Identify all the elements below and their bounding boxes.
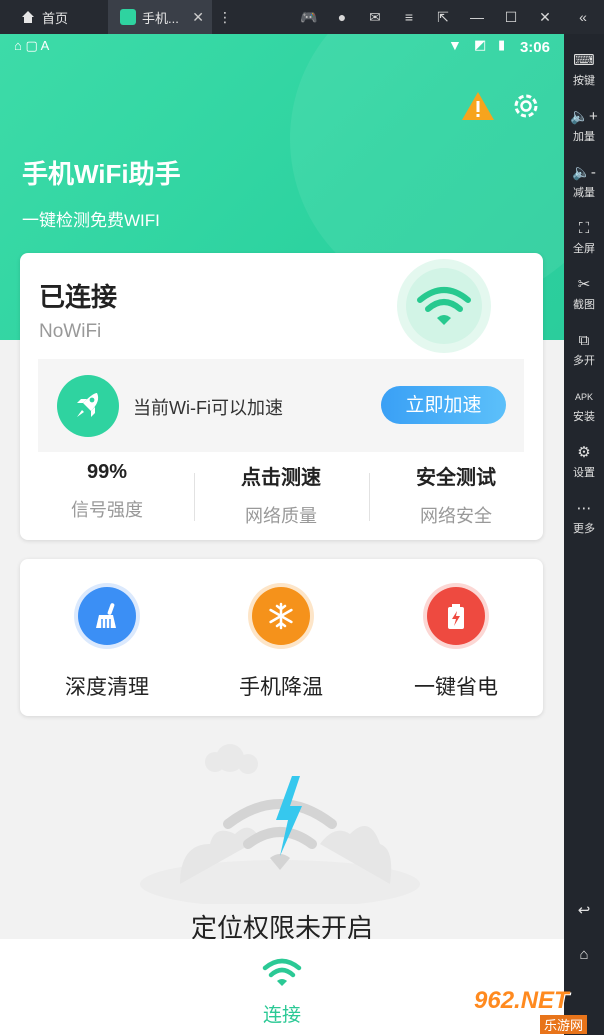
stats-row: 99% 信号强度 点击测速 网络质量 安全测试 网络安全 bbox=[20, 461, 543, 531]
boost-button[interactable]: 立即加速 bbox=[381, 386, 506, 424]
maximize-icon[interactable]: ☐ bbox=[502, 8, 520, 26]
sidebar-item-keys[interactable]: ⌨ 按键 bbox=[564, 50, 604, 88]
wifi-icon bbox=[417, 287, 471, 325]
battery-icon bbox=[427, 587, 485, 645]
stat-security-test[interactable]: 安全测试 网络安全 bbox=[369, 461, 543, 528]
emulator-sidebar: ⌨ 按键 🔈+ 加量 🔈- 减量 ⛶ 全屏 ✂ 截图 ⧉ 多开 APK 安装 ⚙ 设置 ⋯ 更多 … bbox=[564, 34, 604, 1035]
tab-app-label: 手机... bbox=[142, 10, 179, 26]
app-subtitle: 一键检测免费WIFI bbox=[22, 211, 160, 230]
warning-icon[interactable] bbox=[460, 90, 496, 122]
watermark-logo: 962.NET 乐游网 bbox=[470, 985, 604, 1035]
clock: 3:06 bbox=[519, 39, 550, 56]
app-tab-icon bbox=[120, 9, 136, 25]
connection-card: 已连接 NoWiFi 当前Wi-Fi可以加速 立即加速 99% 信号强度 点击测速… bbox=[20, 253, 543, 540]
window-close-icon[interactable]: ✕ bbox=[536, 8, 554, 26]
location-illustration bbox=[140, 744, 420, 904]
keyboard-icon: ⌨ bbox=[573, 52, 595, 69]
wifi-ssid: NoWiFi bbox=[39, 321, 102, 342]
user-icon[interactable]: ● bbox=[333, 8, 351, 26]
menu-icon[interactable]: ≡ bbox=[400, 8, 418, 26]
home-icon bbox=[22, 11, 34, 23]
stat-signal[interactable]: 99% 信号强度 bbox=[20, 461, 194, 522]
tab-home[interactable]: 首页 bbox=[0, 0, 108, 34]
phone-screen: ⌂ ▢ A ▼ ◩ ▮ 3:06 手机WiFi助手 一键检测免费WIFI 已连接… bbox=[0, 34, 564, 1035]
mail-icon[interactable]: ✉ bbox=[366, 8, 384, 26]
stat-speed-test[interactable]: 点击测速 网络质量 bbox=[194, 461, 368, 528]
home-button[interactable]: ⌂ bbox=[564, 944, 604, 966]
emulator-titlebar: 首页 手机... ✕ ⋮ 🎮 ● ✉ ≡ ⇱ — ☐ ✕ « bbox=[0, 0, 604, 34]
connection-status: 已连接 bbox=[39, 282, 118, 312]
watermark-subtext: 乐游网 bbox=[540, 1015, 588, 1034]
rocket-icon bbox=[57, 375, 119, 437]
close-icon[interactable]: ✕ bbox=[192, 9, 204, 26]
back-icon: ↩ bbox=[577, 902, 591, 919]
gamepad-icon[interactable]: 🎮 bbox=[300, 8, 318, 26]
gear-icon[interactable] bbox=[510, 90, 542, 122]
more-vertical-icon[interactable]: ⋮ bbox=[216, 8, 234, 26]
battery-status-icon: ▮ bbox=[498, 37, 506, 52]
snowflake-icon bbox=[252, 587, 310, 645]
tab-connect[interactable]: 连接 bbox=[232, 957, 332, 1027]
fullscreen-icon: ⛶ bbox=[578, 220, 590, 237]
app-title: 手机WiFi助手 bbox=[22, 159, 181, 189]
back-button[interactable]: ↩ bbox=[564, 900, 604, 922]
status-bar: ⌂ ▢ A ▼ ◩ ▮ 3:06 bbox=[0, 34, 564, 62]
notification-icons: ⌂ ▢ A bbox=[14, 38, 50, 53]
tool-power-save[interactable]: 一键省电 bbox=[386, 587, 526, 701]
watermark-text: 962.NET bbox=[474, 987, 569, 1014]
volume-down-icon: 🔈- bbox=[572, 164, 596, 181]
more-icon: ⋯ bbox=[576, 500, 592, 517]
boost-row: 当前Wi-Fi可以加速 立即加速 bbox=[38, 359, 524, 452]
pin-icon[interactable]: ⇱ bbox=[434, 8, 452, 26]
boost-message: 当前Wi-Fi可以加速 bbox=[133, 398, 283, 418]
sidebar-item-multi[interactable]: ⧉ 多开 bbox=[564, 330, 604, 368]
android-home-icon: ⌂ bbox=[579, 946, 589, 963]
wifi-status-icon: ▼ bbox=[448, 37, 462, 53]
scissors-icon: ✂ bbox=[577, 276, 591, 293]
signal-icon: ◩ bbox=[474, 37, 487, 52]
broom-icon bbox=[78, 587, 136, 645]
sidebar-item-volume-up[interactable]: 🔈+ 加量 bbox=[564, 106, 604, 144]
volume-up-icon: 🔈+ bbox=[570, 108, 598, 125]
sidebar-item-more[interactable]: ⋯ 更多 bbox=[564, 498, 604, 536]
settings-icon: ⚙ bbox=[577, 444, 591, 461]
tool-cool-down[interactable]: 手机降温 bbox=[211, 587, 351, 701]
minimize-icon[interactable]: — bbox=[468, 8, 486, 26]
wifi-nav-icon bbox=[262, 958, 302, 986]
sidebar-item-fullscreen[interactable]: ⛶ 全屏 bbox=[564, 218, 604, 256]
apk-icon: APK bbox=[574, 392, 593, 402]
wifi-badge bbox=[397, 259, 491, 353]
tab-home-label: 首页 bbox=[42, 10, 69, 26]
multi-window-icon: ⧉ bbox=[578, 332, 590, 349]
sidebar-item-install[interactable]: APK 安装 bbox=[564, 386, 604, 424]
tool-deep-clean[interactable]: 深度清理 bbox=[37, 587, 177, 701]
sidebar-item-settings[interactable]: ⚙ 设置 bbox=[564, 442, 604, 480]
sidebar-item-screenshot[interactable]: ✂ 截图 bbox=[564, 274, 604, 312]
tools-card: 深度清理 手机降温 一键省电 bbox=[20, 559, 543, 716]
tab-app[interactable]: 手机... ✕ bbox=[108, 0, 212, 34]
collapse-icon[interactable]: « bbox=[574, 8, 592, 26]
sidebar-item-volume-down[interactable]: 🔈- 减量 bbox=[564, 162, 604, 200]
